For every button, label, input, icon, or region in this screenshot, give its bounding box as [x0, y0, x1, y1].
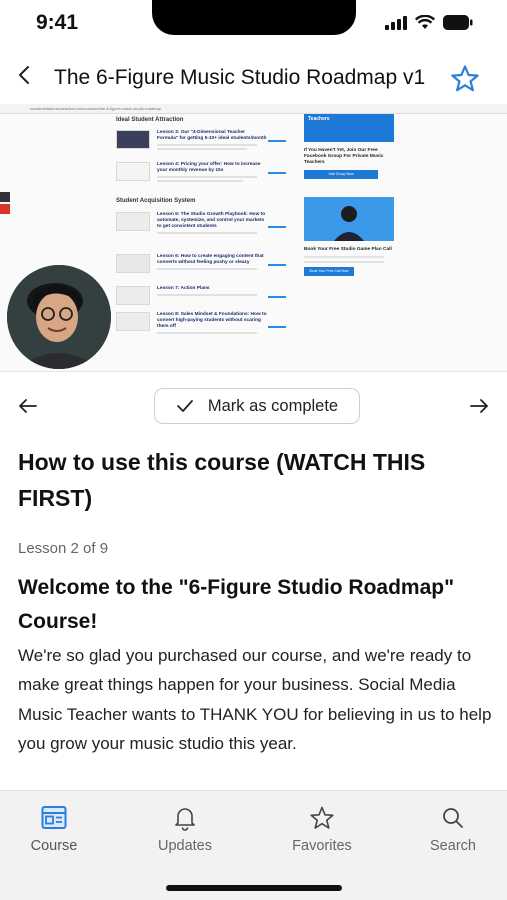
lesson-video[interactable]: socialmediamusicteacher.com/courses/the-… [0, 104, 507, 372]
lesson-title: Lesson 4: Pricing your offer: How to inc… [157, 162, 261, 173]
arrow-left-icon [19, 399, 37, 413]
promo-text-line [304, 261, 384, 263]
lesson-desc-line [157, 332, 257, 334]
lesson-thumbnail [116, 130, 150, 149]
progress-bar [268, 226, 286, 228]
progress-bar [268, 264, 286, 266]
tab-label: Favorites [292, 838, 352, 854]
lesson-desc-line [157, 148, 247, 150]
lesson-body-text: We're so glad you purchased our course, … [18, 646, 492, 754]
tab-label: Search [430, 838, 476, 854]
lesson-title: Lesson 7: Action Plans [157, 286, 210, 291]
lesson-desc-line [157, 180, 243, 182]
lesson-nav: Mark as complete [0, 384, 507, 428]
camera-notch [152, 0, 356, 35]
next-lesson-button[interactable] [467, 394, 491, 418]
promo-banner-text: Teachers [308, 116, 330, 122]
presenter-figure [334, 206, 364, 241]
browser-bar: socialmediamusicteacher.com/courses/the-… [0, 104, 507, 114]
promo-banner: Teachers [304, 114, 394, 142]
lesson-thumbnail [116, 254, 150, 273]
tab-favorites[interactable]: Favorites [276, 805, 366, 859]
lesson-desc-line [157, 294, 257, 296]
lesson-desc-line [157, 176, 257, 178]
presenter-avatar [7, 265, 111, 369]
mark-complete-label: Mark as complete [207, 396, 339, 415]
list-item: Lesson 4: Pricing your offer: How to inc… [116, 162, 296, 186]
facebook-promo-heading: If You Haven't Yet, Join Our Free Facebo… [304, 148, 384, 165]
status-bar: 9:41 [0, 0, 507, 48]
lesson-title-heading: How to use this course (WATCH THIS FIRST… [18, 449, 426, 511]
course-header: The 6-Figure Music Studio Roadmap v1 [0, 50, 507, 106]
progress-bar [268, 296, 286, 298]
star-icon [451, 65, 479, 92]
browser-url: socialmediamusicteacher.com/courses/the-… [30, 106, 161, 111]
favorite-button[interactable] [450, 64, 480, 94]
tab-label: Course [30, 838, 78, 854]
checkmark-icon [176, 400, 193, 412]
section-heading: Ideal Student Attraction [116, 117, 184, 123]
star-icon [310, 806, 334, 829]
lesson-thumbnail [116, 212, 150, 231]
list-item: Lesson 6: How to create engaging content… [116, 254, 296, 278]
page-title: The 6-Figure Music Studio Roadmap v1 [54, 66, 426, 89]
lesson-thumbnail [116, 312, 150, 331]
mark-complete-button[interactable]: Mark as complete [154, 388, 360, 424]
back-button[interactable] [14, 62, 36, 88]
lesson-thumbnail [116, 286, 150, 305]
lesson-desc-line [157, 144, 257, 146]
tab-search[interactable]: Search [407, 805, 497, 859]
chevron-left-icon [19, 66, 29, 84]
list-item: Lesson 3: Our "4-Dimensional Teacher For… [116, 130, 296, 154]
welcome-heading: Welcome to the "6-Figure Studio Roadmap"… [18, 576, 455, 633]
list-item: Lesson 7: Action Plans [116, 286, 296, 310]
book-call-button[interactable]: Book Your Free Call Now [304, 267, 354, 276]
cellular-signal-icon [385, 15, 407, 30]
progress-bar [268, 326, 286, 328]
status-icons [385, 15, 473, 30]
course-icon [41, 806, 67, 829]
search-icon [443, 808, 463, 828]
lesson-title: Lesson 3: Our "4-Dimensional Teacher For… [157, 130, 267, 141]
call-promo-heading: Book Your Free Studio Game Plan Call [304, 247, 392, 252]
tab-label: Updates [157, 838, 212, 854]
progress-bar [268, 140, 286, 142]
lesson-title: Lesson 8: Sales Mindset & Foundations: H… [157, 312, 267, 329]
promo-column: Teachers If You Haven't Yet, Join Our Fr… [304, 114, 396, 276]
tab-bar: Course Updates Favorites Search [0, 790, 507, 900]
visit-group-button[interactable]: Visit Group Now [304, 170, 378, 179]
lesson-desc-line [157, 268, 257, 270]
lesson-thumbnail [116, 162, 150, 181]
previous-lesson-button[interactable] [16, 394, 40, 418]
call-promo-image [304, 197, 394, 241]
lesson-desc-line [157, 232, 257, 234]
list-item: Lesson 8: Sales Mindset & Foundations: H… [116, 312, 296, 336]
progress-bar [268, 172, 286, 174]
side-marker [0, 192, 10, 202]
promo-text-line [304, 256, 384, 258]
presenter-face [7, 265, 111, 369]
bell-icon [175, 808, 195, 831]
arrow-right-icon [470, 399, 488, 413]
record-marker [0, 204, 10, 214]
lesson-title: Lesson 6: How to create engaging content… [157, 254, 264, 265]
lesson-progress-text: Lesson 2 of 9 [18, 540, 109, 557]
section-heading: Student Acquisition System [116, 198, 196, 204]
tab-updates[interactable]: Updates [139, 805, 229, 859]
lesson-title: Lesson 5: The Studio Growth Playbook: Ho… [157, 212, 266, 229]
status-time: 9:41 [36, 11, 79, 34]
tab-course[interactable]: Course [8, 805, 98, 859]
wifi-icon [415, 15, 435, 29]
home-indicator[interactable] [166, 885, 342, 891]
battery-icon [443, 15, 473, 30]
list-item: Lesson 5: The Studio Growth Playbook: Ho… [116, 212, 296, 236]
